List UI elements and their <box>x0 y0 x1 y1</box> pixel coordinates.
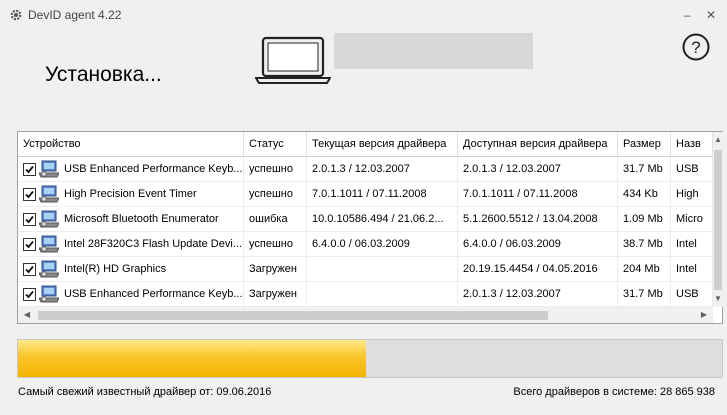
table-row[interactable]: Intel 28F320C3 Flash Update Devi... успеш… <box>18 232 713 257</box>
window-title: DevID agent 4.22 <box>28 8 122 22</box>
table-row[interactable]: Intel(R) HD Graphics Загружен 20.19.15.445… <box>18 257 713 282</box>
scroll-down-icon[interactable]: ▼ <box>713 294 723 304</box>
scroll-up-icon[interactable]: ▲ <box>713 135 723 145</box>
drivers-table: Устройство Статус Текущая версия драйвер… <box>17 131 723 324</box>
column-header[interactable]: Статус <box>244 132 307 157</box>
device-cell: High Precision Event Timer <box>18 182 244 207</box>
page-title: Установка... <box>45 63 162 86</box>
row-checkbox[interactable] <box>23 213 36 226</box>
row-checkbox[interactable] <box>23 263 36 276</box>
current-version-cell <box>307 257 458 282</box>
table-row[interactable]: Microsoft Bluetooth Enumerator ошибка 10.0… <box>18 207 713 232</box>
row-checkbox[interactable] <box>23 163 36 176</box>
table-row[interactable]: High Precision Event Timer успешно 7.0.1.1… <box>18 182 713 207</box>
device-name: USB Enhanced Performance Keyb... <box>64 288 243 300</box>
gear-icon <box>10 9 22 21</box>
column-header[interactable]: Текущая версия драйвера <box>307 132 458 157</box>
column-header[interactable]: Назв <box>671 132 713 157</box>
size-cell: 31.7 Mb <box>618 157 671 182</box>
current-version-cell <box>307 282 458 307</box>
status-placeholder <box>334 33 533 69</box>
status-cell: Загружен <box>244 282 307 307</box>
current-version-cell: 6.4.0.0 / 06.03.2009 <box>307 232 458 257</box>
computer-icon <box>38 285 60 303</box>
svg-text:?: ? <box>691 38 700 57</box>
latest-driver-date: Самый свежий известный драйвер от: 09.06… <box>18 386 272 398</box>
device-cell: USB Enhanced Performance Keyb... <box>18 282 244 307</box>
name-cell: Intel <box>671 257 713 282</box>
size-cell: 204 Mb <box>618 257 671 282</box>
status-cell: успешно <box>244 182 307 207</box>
name-cell: USB <box>671 157 713 182</box>
available-version-cell: 2.0.1.3 / 12.03.2007 <box>458 282 618 307</box>
table-row[interactable]: USB Enhanced Performance Keyb... успешно 2… <box>18 157 713 182</box>
current-version-cell: 7.0.1.1011 / 07.11.2008 <box>307 182 458 207</box>
name-cell: Micro <box>671 207 713 232</box>
install-progress-bar <box>17 339 723 378</box>
minimize-button[interactable]: – <box>677 6 697 24</box>
name-cell: USB <box>671 282 713 307</box>
device-cell: Intel(R) HD Graphics <box>18 257 244 282</box>
row-checkbox[interactable] <box>23 188 36 201</box>
row-checkbox[interactable] <box>23 288 36 301</box>
device-name: Microsoft Bluetooth Enumerator <box>64 213 219 225</box>
device-name: USB Enhanced Performance Keyb... <box>64 163 243 175</box>
status-cell: успешно <box>244 157 307 182</box>
current-version-cell: 10.0.10586.494 / 21.06.2... <box>307 207 458 232</box>
device-name: Intel(R) HD Graphics <box>64 263 167 275</box>
vertical-scroll-thumb[interactable] <box>714 150 722 290</box>
row-checkbox[interactable] <box>23 238 36 251</box>
device-cell: USB Enhanced Performance Keyb... <box>18 157 244 182</box>
title-bar: DevID agent 4.22 – ✕ <box>0 0 727 30</box>
computer-icon <box>38 260 60 278</box>
size-cell: 31.7 Mb <box>618 282 671 307</box>
status-cell: ошибка <box>244 207 307 232</box>
content-header: Установка... ? <box>0 30 727 130</box>
total-drivers-count: Всего драйверов в системе: 28 865 938 <box>513 386 715 398</box>
computer-icon <box>38 235 60 253</box>
size-cell: 1.09 Mb <box>618 207 671 232</box>
available-version-cell: 2.0.1.3 / 12.03.2007 <box>458 157 618 182</box>
column-header[interactable]: Устройство <box>18 132 244 157</box>
device-name: High Precision Event Timer <box>64 188 197 200</box>
laptop-icon <box>255 36 331 84</box>
status-cell: Загружен <box>244 257 307 282</box>
name-cell: High <box>671 182 713 207</box>
horizontal-scrollbar[interactable]: ◀ ▶ <box>18 307 713 323</box>
device-cell: Intel 28F320C3 Flash Update Devi... <box>18 232 244 257</box>
column-header[interactable]: Доступная версия драйвера <box>458 132 618 157</box>
available-version-cell: 20.19.15.4454 / 04.05.2016 <box>458 257 618 282</box>
close-button[interactable]: ✕ <box>701 6 721 24</box>
scroll-left-icon[interactable]: ◀ <box>22 310 32 320</box>
status-cell: успешно <box>244 232 307 257</box>
available-version-cell: 5.1.2600.5512 / 13.04.2008 <box>458 207 618 232</box>
size-cell: 38.7 Mb <box>618 232 671 257</box>
device-name: Intel 28F320C3 Flash Update Devi... <box>64 238 242 250</box>
progress-fill <box>18 340 367 377</box>
table-header: Устройство Статус Текущая версия драйвер… <box>18 132 713 157</box>
device-cell: Microsoft Bluetooth Enumerator <box>18 207 244 232</box>
computer-icon <box>38 160 60 178</box>
horizontal-scroll-thumb[interactable] <box>38 311 548 320</box>
name-cell: Intel <box>671 232 713 257</box>
computer-icon <box>38 210 60 228</box>
size-cell: 434 Kb <box>618 182 671 207</box>
available-version-cell: 6.4.0.0 / 06.03.2009 <box>458 232 618 257</box>
table-row[interactable]: USB Enhanced Performance Keyb... Загружен… <box>18 282 713 307</box>
help-icon[interactable]: ? <box>682 33 710 61</box>
current-version-cell: 2.0.1.3 / 12.03.2007 <box>307 157 458 182</box>
computer-icon <box>38 185 60 203</box>
scroll-right-icon[interactable]: ▶ <box>699 310 709 320</box>
column-header[interactable]: Размер <box>618 132 671 157</box>
available-version-cell: 7.0.1.1011 / 07.11.2008 <box>458 182 618 207</box>
vertical-scrollbar[interactable]: ▲ ▼ <box>713 132 723 307</box>
